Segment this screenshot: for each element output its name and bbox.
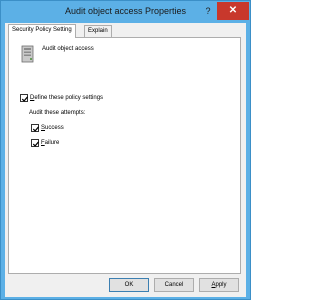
- close-button[interactable]: ✕: [217, 2, 249, 20]
- audit-attempts-label: Audit these attempts:: [29, 110, 86, 116]
- failure-label: Failure: [41, 140, 60, 146]
- tab-security-policy-setting[interactable]: Security Policy Setting: [8, 24, 76, 38]
- title-bar[interactable]: Audit object access Properties ? ✕: [1, 1, 250, 23]
- cancel-button[interactable]: Cancel: [154, 278, 194, 292]
- define-settings-label: Define these policy settings: [30, 95, 104, 101]
- properties-dialog: Audit object access Properties ? ✕ Secur…: [0, 0, 251, 300]
- help-button[interactable]: ?: [201, 4, 215, 18]
- failure-checkbox-row[interactable]: Failure: [31, 139, 59, 147]
- failure-checkbox[interactable]: [31, 139, 40, 147]
- success-label: Success: [41, 125, 64, 131]
- define-settings-checkbox-row[interactable]: Define these policy settings: [20, 94, 103, 102]
- tab-panel: Audit object access Define these policy …: [8, 37, 241, 274]
- tab-explain[interactable]: Explain: [84, 25, 112, 37]
- checkmark-icon: [32, 126, 40, 132]
- success-checkbox-row[interactable]: Success: [31, 124, 64, 132]
- define-settings-checkbox[interactable]: [20, 94, 29, 102]
- ok-button[interactable]: OK: [109, 278, 149, 292]
- policy-server-icon: [21, 45, 34, 63]
- checkmark-icon: [21, 96, 29, 102]
- apply-button[interactable]: Apply: [199, 278, 239, 292]
- policy-name: Audit object access: [42, 46, 94, 52]
- success-checkbox[interactable]: [31, 124, 40, 132]
- checkmark-icon: [32, 141, 40, 147]
- dialog-client-area: Security Policy Setting Explain Audit ob…: [5, 23, 246, 297]
